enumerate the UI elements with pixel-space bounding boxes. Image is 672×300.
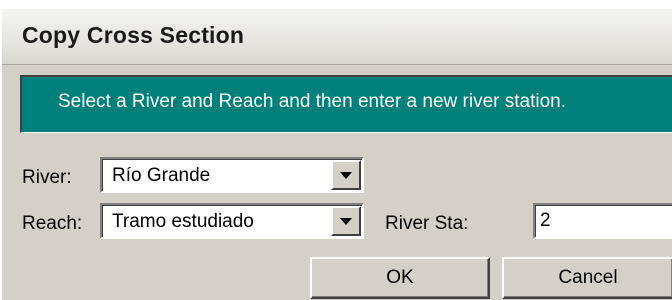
river-dropdown-button[interactable] (331, 160, 361, 190)
instruction-banner: Select a River and Reach and then enter … (20, 75, 672, 133)
river-sta-input[interactable]: 2 (533, 203, 672, 239)
copy-cross-section-dialog: Copy Cross Section Select a River and Re… (0, 8, 672, 300)
chevron-down-icon (340, 218, 352, 225)
river-select-value: Río Grande (112, 165, 211, 186)
river-sta-value[interactable]: 2 (540, 210, 551, 232)
river-sta-label: River Sta: (385, 213, 469, 234)
reach-dropdown-button[interactable] (331, 206, 361, 236)
reach-select[interactable]: Tramo estudiado (100, 203, 364, 239)
instruction-text: Select a River and Reach and then enter … (58, 91, 567, 112)
chevron-down-icon (340, 172, 352, 179)
dialog-title: Copy Cross Section (22, 22, 245, 48)
ok-button[interactable]: OK (310, 257, 490, 299)
river-label: River: (22, 167, 72, 188)
reach-label: Reach: (22, 213, 83, 234)
title-bar[interactable]: Copy Cross Section (2, 9, 672, 65)
river-select[interactable]: Río Grande (100, 157, 364, 193)
reach-select-value: Tramo estudiado (112, 211, 254, 232)
cancel-button[interactable]: Cancel (502, 257, 672, 299)
